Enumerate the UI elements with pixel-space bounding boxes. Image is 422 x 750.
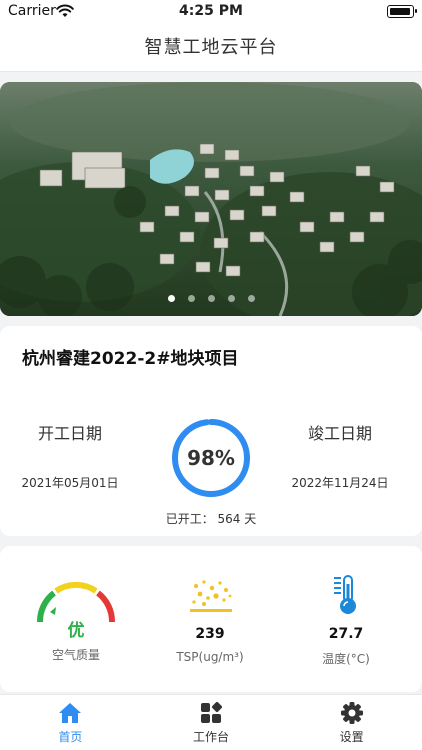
temperature-value: 27.7 xyxy=(328,626,364,642)
end-date-value: 2022年11月24日 xyxy=(291,476,389,490)
clock: 4:25 PM xyxy=(179,3,243,19)
page-title: 智慧工地云平台 xyxy=(144,37,278,58)
air-quality-grade: 优 xyxy=(67,621,85,641)
project-name: 杭州睿建2022-2#地块项目 xyxy=(22,349,239,369)
temperature-item[interactable]: 27.7 温度(°C) xyxy=(296,574,396,667)
banner-carousel[interactable] xyxy=(0,82,422,316)
tab-settings[interactable]: 设置 xyxy=(281,695,422,750)
start-date-block: 开工日期 2021年05月01日 xyxy=(0,420,140,491)
tab-bar: 首页 工作台 设置 xyxy=(0,694,422,750)
battery-icon xyxy=(387,5,417,18)
tsp-label: TSP(ug/m³) xyxy=(176,650,244,664)
progress-percent: 98% xyxy=(187,446,235,470)
end-date-label: 竣工日期 xyxy=(307,424,372,443)
tab-settings-label: 设置 xyxy=(339,730,364,744)
carousel-dot[interactable] xyxy=(167,295,175,302)
start-date-label: 开工日期 xyxy=(37,424,102,443)
grid-icon xyxy=(201,701,223,723)
air-quality-label: 空气质量 xyxy=(51,648,100,662)
carousel-dot[interactable] xyxy=(227,295,235,302)
thermometer-icon xyxy=(334,575,356,614)
home-icon xyxy=(59,703,82,723)
carousel-indicator xyxy=(0,295,422,302)
tab-home-label: 首页 xyxy=(58,730,83,744)
tsp-item[interactable]: 239 TSP(ug/m³) xyxy=(160,574,260,664)
project-card: 杭州睿建2022-2#地块项目 开工日期 2021年05月01日 98% 竣工日… xyxy=(0,326,422,536)
environment-card: 优 空气质量 239 TSP(ug/m³) 27.7 温度(°C) xyxy=(0,546,422,692)
elapsed-days: 已开工： 564 天 xyxy=(165,512,257,526)
carousel-dot[interactable] xyxy=(247,295,255,302)
tab-home[interactable]: 首页 xyxy=(0,695,141,750)
banner-image xyxy=(0,82,422,316)
tsp-value: 239 xyxy=(195,626,225,642)
dust-icon xyxy=(190,580,232,612)
carousel-dot[interactable] xyxy=(207,295,215,302)
start-date-value: 2021年05月01日 xyxy=(21,476,119,490)
tab-workbench[interactable]: 工作台 xyxy=(141,695,282,750)
carousel-dot[interactable] xyxy=(187,295,195,302)
tab-workbench-label: 工作台 xyxy=(193,730,230,744)
status-bar: Carrier 4:25 PM xyxy=(0,0,422,24)
temperature-label: 温度(°C) xyxy=(322,652,370,666)
air-quality-item[interactable]: 优 空气质量 xyxy=(26,574,126,663)
end-date-block: 竣工日期 2022年11月24日 xyxy=(270,420,410,491)
nav-bar: 智慧工地云平台 xyxy=(0,24,422,72)
gear-icon xyxy=(340,702,363,724)
